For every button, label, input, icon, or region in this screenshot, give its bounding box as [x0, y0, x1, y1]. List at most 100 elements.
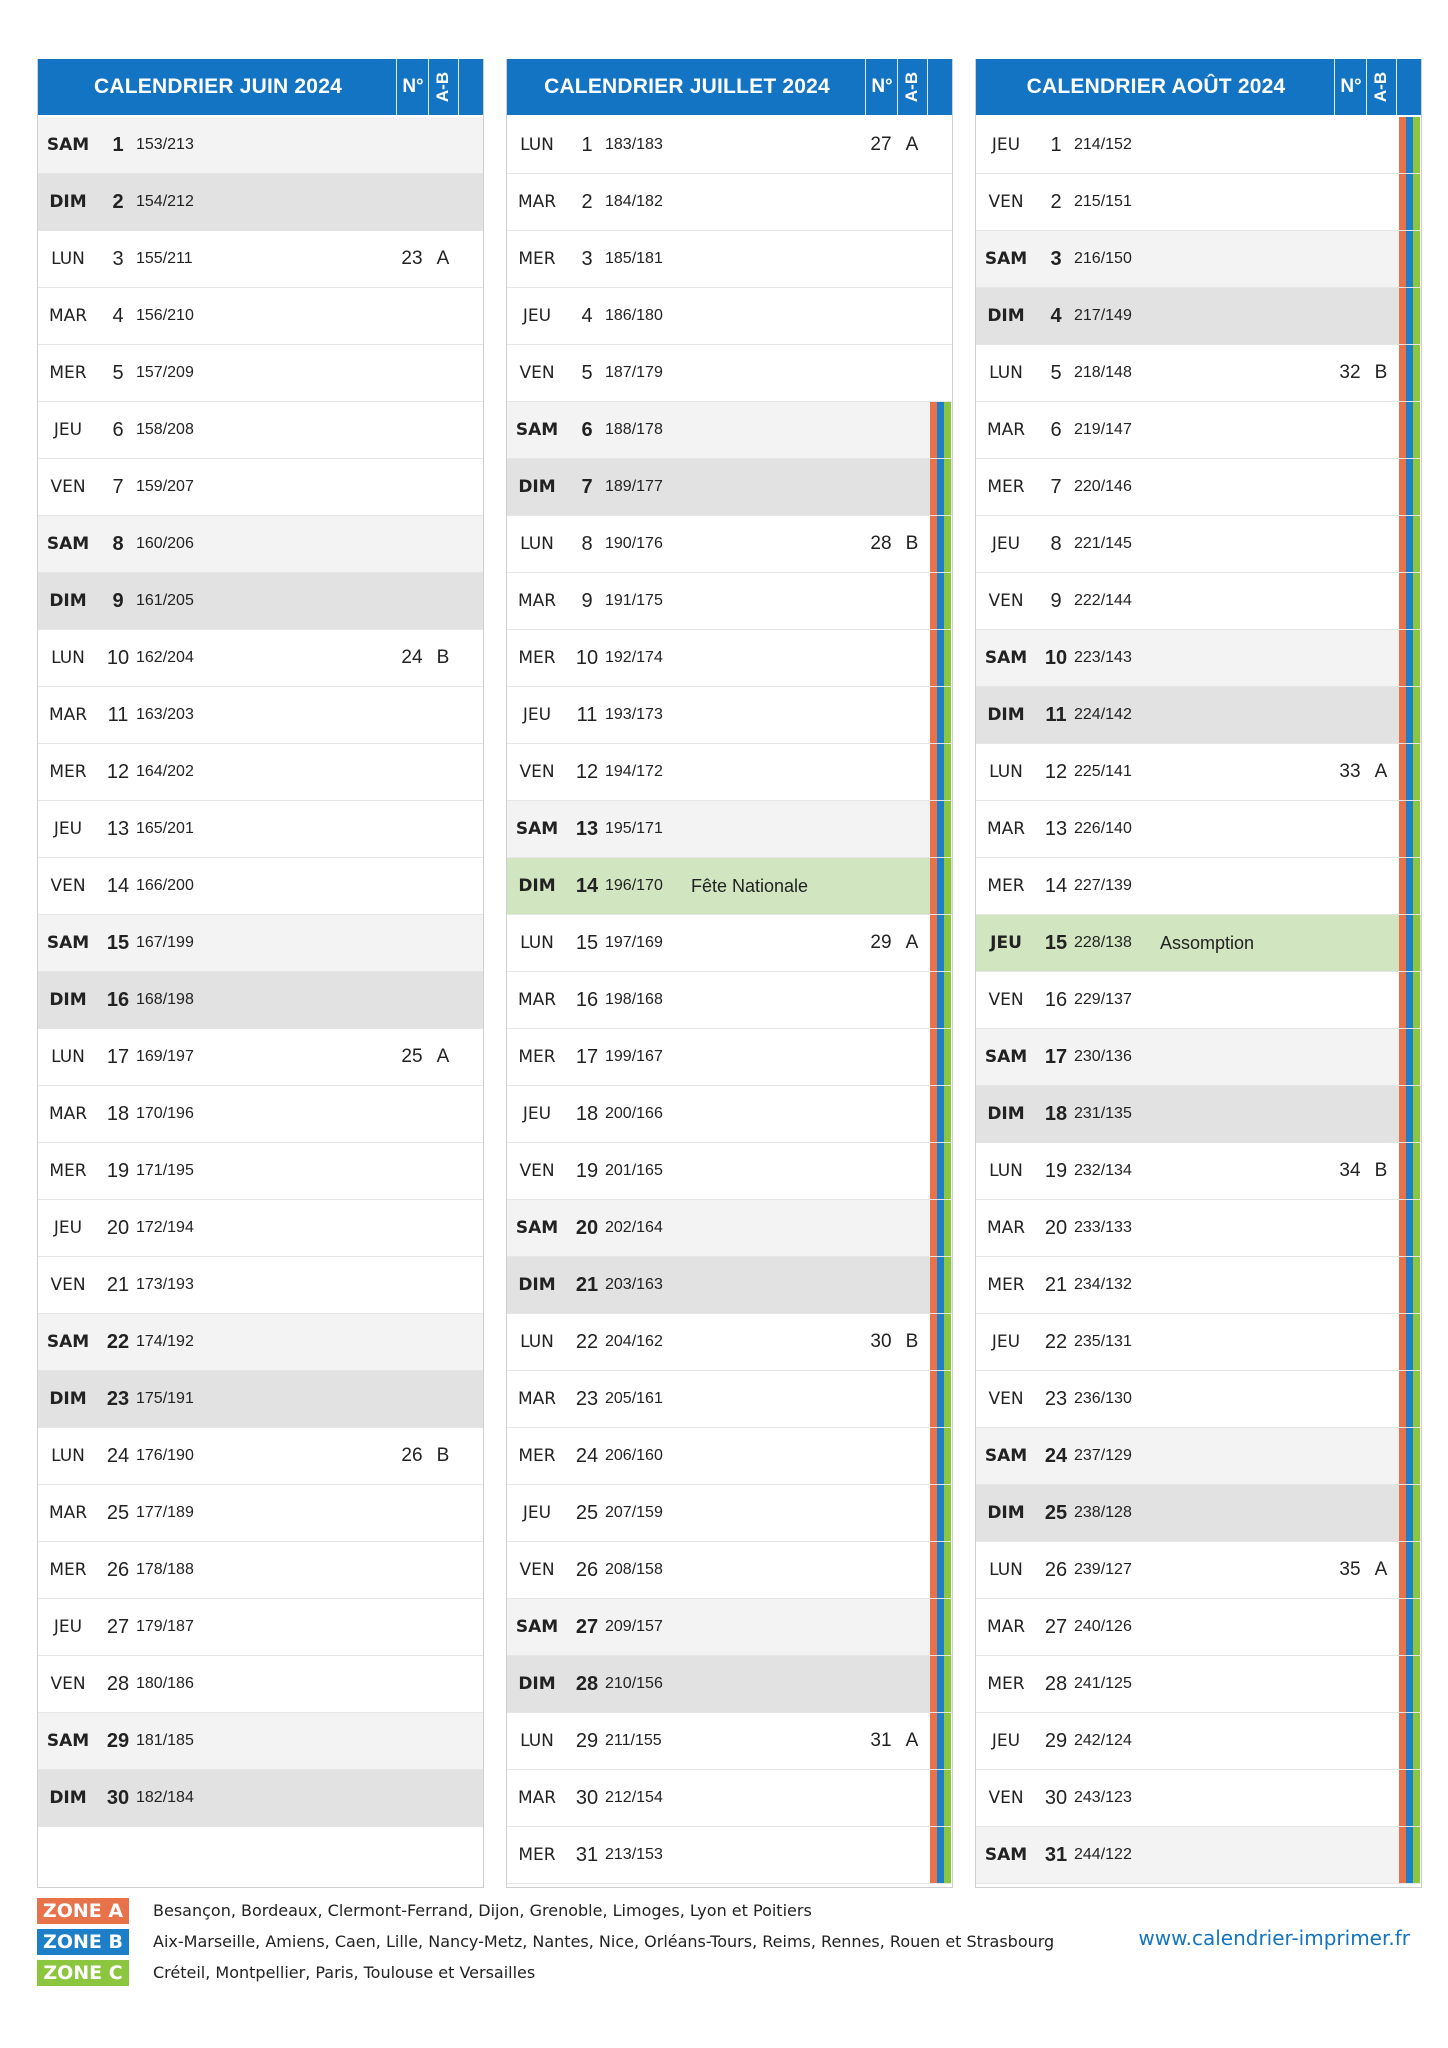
- day-of-year: 240/126: [1074, 1618, 1132, 1635]
- day-of-year: 243/123: [1074, 1789, 1132, 1806]
- school-holiday-zone-a-bar: [1399, 1200, 1406, 1256]
- week-ab: A: [905, 134, 919, 155]
- day-of-year: 222/144: [1074, 592, 1132, 609]
- day-of-week: MAR: [986, 1218, 1026, 1238]
- day-of-year: 157/209: [136, 364, 194, 381]
- day-of-year: 181/185: [136, 1732, 194, 1749]
- day-of-year: 193/173: [605, 706, 663, 723]
- day-number: 27: [575, 1616, 599, 1638]
- day-row: VEN 16 229/137: [976, 972, 1421, 1029]
- day-number: 30: [1044, 1787, 1068, 1809]
- school-holiday-zone-a-bar: [930, 402, 937, 458]
- day-of-week: LUN: [520, 534, 554, 554]
- school-holiday-zone-a-bar: [1399, 1485, 1406, 1541]
- school-holiday-zone-c-bar: [944, 1371, 951, 1427]
- day-number: 24: [106, 1445, 130, 1467]
- day-row: LUN 8 190/176 28 B: [507, 516, 952, 573]
- day-row: SAM 15 167/199: [38, 915, 483, 972]
- day-row: MAR 4 156/210: [38, 288, 483, 345]
- school-holiday-zone-c-bar: [1413, 459, 1420, 515]
- school-holiday-zone-c-bar: [1413, 1200, 1420, 1256]
- day-row: MER 21 234/132: [976, 1257, 1421, 1314]
- school-holiday-zone-b-bar: [937, 687, 944, 743]
- day-number: 23: [106, 1388, 130, 1410]
- school-holiday-zone-c-bar: [1413, 1713, 1420, 1769]
- day-of-year: 170/196: [136, 1105, 194, 1122]
- school-holiday-zone-c-bar: [1413, 1143, 1420, 1199]
- school-holiday-zone-a-bar: [1399, 1599, 1406, 1655]
- day-number: 12: [106, 761, 130, 783]
- school-holiday-zone-b-bar: [937, 1371, 944, 1427]
- school-holiday-zone-c-bar: [1413, 288, 1420, 344]
- day-row: VEN 12 194/172: [507, 744, 952, 801]
- school-holiday-zone-a-bar: [1399, 1086, 1406, 1142]
- school-holiday-zone-c-bar: [1413, 1371, 1420, 1427]
- day-of-year: 176/190: [136, 1447, 194, 1464]
- day-of-week: MER: [49, 762, 87, 782]
- day-of-week: JEU: [991, 534, 1021, 554]
- day-of-year: 200/166: [605, 1105, 663, 1122]
- school-holiday-zone-b-bar: [937, 1542, 944, 1598]
- day-row: DIM 4 217/149: [976, 288, 1421, 345]
- day-of-year: 215/151: [1074, 193, 1132, 210]
- day-row: MER 14 227/139: [976, 858, 1421, 915]
- day-of-year: 217/149: [1074, 307, 1132, 324]
- day-number: 23: [575, 1388, 599, 1410]
- day-of-week: VEN: [988, 192, 1024, 212]
- day-row: VEN 7 159/207: [38, 459, 483, 516]
- week-ab: A: [1374, 1559, 1388, 1580]
- day-row: LUN 15 197/169 29 A: [507, 915, 952, 972]
- day-number: 20: [1044, 1217, 1068, 1239]
- school-holiday-zone-c-bar: [1413, 1827, 1420, 1883]
- school-holiday-zone-b-bar: [937, 1770, 944, 1826]
- day-row: JEU 13 165/201: [38, 801, 483, 858]
- day-of-week: SAM: [984, 1446, 1028, 1466]
- school-holiday-zone-c-bar: [1413, 687, 1420, 743]
- day-of-year: 167/199: [136, 934, 194, 951]
- school-holiday-zone-b-bar: [1406, 1428, 1413, 1484]
- day-number: 14: [106, 875, 130, 897]
- day-of-week: MAR: [48, 705, 88, 725]
- day-of-year: 201/165: [605, 1162, 663, 1179]
- school-holiday-zone-c-bar: [944, 972, 951, 1028]
- day-number: 13: [575, 818, 599, 840]
- day-number: 1: [112, 134, 124, 156]
- week-number-header: N°: [1340, 76, 1362, 97]
- header-divider: [458, 59, 459, 115]
- day-row: VEN 26 208/158: [507, 1542, 952, 1599]
- zone-cities: Besançon, Bordeaux, Clermont-Ferrand, Di…: [153, 1901, 812, 1920]
- day-of-week: SAM: [46, 534, 90, 554]
- school-holiday-zone-a-bar: [1399, 1827, 1406, 1883]
- school-holiday-zone-b-bar: [937, 1143, 944, 1199]
- school-holiday-zone-a-bar: [1399, 1314, 1406, 1370]
- week-ab-header: A-B: [429, 59, 457, 115]
- day-row: LUN 22 204/162 30 B: [507, 1314, 952, 1371]
- day-row: SAM 6 188/178: [507, 402, 952, 459]
- week-ab: B: [436, 647, 450, 668]
- school-holiday-zone-b-bar: [1406, 1827, 1413, 1883]
- day-of-week: SAM: [46, 1332, 90, 1352]
- school-holiday-zone-b-bar: [1406, 117, 1413, 173]
- week-ab: B: [905, 1331, 919, 1352]
- day-number: 17: [575, 1046, 599, 1068]
- month-title: CALENDRIER AOÛT 2024: [1026, 75, 1286, 98]
- day-row: LUN 10 162/204 24 B: [38, 630, 483, 687]
- day-of-week: VEN: [988, 990, 1024, 1010]
- day-row: VEN 28 180/186: [38, 1656, 483, 1713]
- day-row: MER 19 171/195: [38, 1143, 483, 1200]
- day-number: 30: [575, 1787, 599, 1809]
- school-holiday-zone-a-bar: [1399, 117, 1406, 173]
- day-of-week: JEU: [522, 1104, 552, 1124]
- week-number: 26: [401, 1445, 423, 1466]
- day-of-year: 202/164: [605, 1219, 663, 1236]
- zone-cities: Créteil, Montpellier, Paris, Toulouse et…: [153, 1963, 536, 1982]
- school-holiday-zone-a-bar: [1399, 573, 1406, 629]
- day-number: 15: [1044, 932, 1068, 954]
- day-of-year: 163/203: [136, 706, 194, 723]
- week-number-header: N°: [402, 76, 424, 97]
- day-number: 8: [1050, 533, 1062, 555]
- website-link[interactable]: www.calendrier-imprimer.fr: [1138, 1926, 1410, 1950]
- day-number: 13: [106, 818, 130, 840]
- day-number: 17: [106, 1046, 130, 1068]
- day-of-year: 165/201: [136, 820, 194, 837]
